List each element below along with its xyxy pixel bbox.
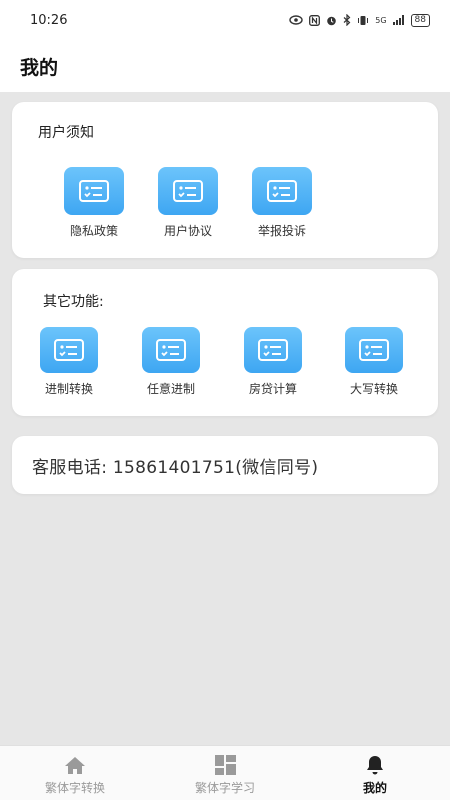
list-doc-icon [64, 167, 124, 215]
any-base-label: 任意进制 [146, 382, 195, 396]
page-title: 我的 [20, 56, 59, 79]
status-icons: 5G 88 [289, 13, 430, 27]
home-icon [63, 754, 87, 776]
eye-icon [289, 15, 303, 25]
page-header: 我的 [0, 40, 450, 92]
privacy-policy-button[interactable]: 隐私政策 [54, 167, 134, 239]
list-doc-icon [142, 327, 200, 373]
tab-traditional-conversion[interactable]: 繁体字转换 [0, 746, 150, 800]
other-functions-card: 其它功能: 进制转换 任意进制 房贷计算 大写转换 [12, 269, 438, 416]
grid-icon [213, 754, 237, 776]
vibrate-icon [358, 15, 369, 25]
tab-mine[interactable]: 我的 [300, 746, 450, 800]
tab-label: 我的 [362, 781, 387, 795]
bottom-tab-bar: 繁体字转换 繁体字学习 我的 [0, 745, 450, 800]
list-doc-icon [252, 167, 312, 215]
user-agreement-button[interactable]: 用户协议 [148, 167, 228, 239]
bell-icon [363, 754, 387, 776]
report-complaint-button[interactable]: 举报投诉 [242, 167, 322, 239]
user-notice-title: 用户须知 [38, 125, 94, 141]
uppercase-conversion-label: 大写转换 [349, 382, 398, 396]
list-doc-icon [244, 327, 302, 373]
base-conversion-button[interactable]: 进制转换 [29, 327, 109, 397]
other-functions-title: 其它功能: [43, 294, 104, 310]
tab-traditional-learning[interactable]: 繁体字学习 [150, 746, 300, 800]
user-agreement-label: 用户协议 [163, 224, 212, 238]
customer-service-phone: 客服电话: 15861401751(微信同号) [32, 457, 319, 478]
nfc-icon [309, 14, 321, 26]
network-type-label: 5G [375, 15, 387, 25]
tab-label: 繁体字学习 [194, 781, 255, 795]
uppercase-conversion-button[interactable]: 大写转换 [334, 327, 414, 397]
tab-label: 繁体字转换 [44, 781, 105, 795]
user-notice-card: 用户须知 隐私政策 用户协议 举报投诉 [12, 102, 438, 258]
status-time: 10:26 [30, 12, 68, 28]
status-bar: 10:26 5G 88 [0, 0, 450, 40]
list-doc-icon [40, 327, 98, 373]
mortgage-calculator-button[interactable]: 房贷计算 [233, 327, 313, 397]
any-base-button[interactable]: 任意进制 [131, 327, 211, 397]
privacy-policy-label: 隐私政策 [69, 224, 118, 238]
report-complaint-label: 举报投诉 [257, 224, 306, 238]
list-doc-icon [345, 327, 403, 373]
alarm-icon [327, 16, 337, 25]
mortgage-calculator-label: 房贷计算 [248, 382, 297, 396]
signal-icon [392, 15, 404, 25]
list-doc-icon [158, 167, 218, 215]
base-conversion-label: 进制转换 [44, 382, 93, 396]
battery-level: 88 [410, 13, 430, 27]
bluetooth-icon [343, 14, 351, 26]
customer-service-card[interactable]: 客服电话: 15861401751(微信同号) [12, 436, 438, 494]
